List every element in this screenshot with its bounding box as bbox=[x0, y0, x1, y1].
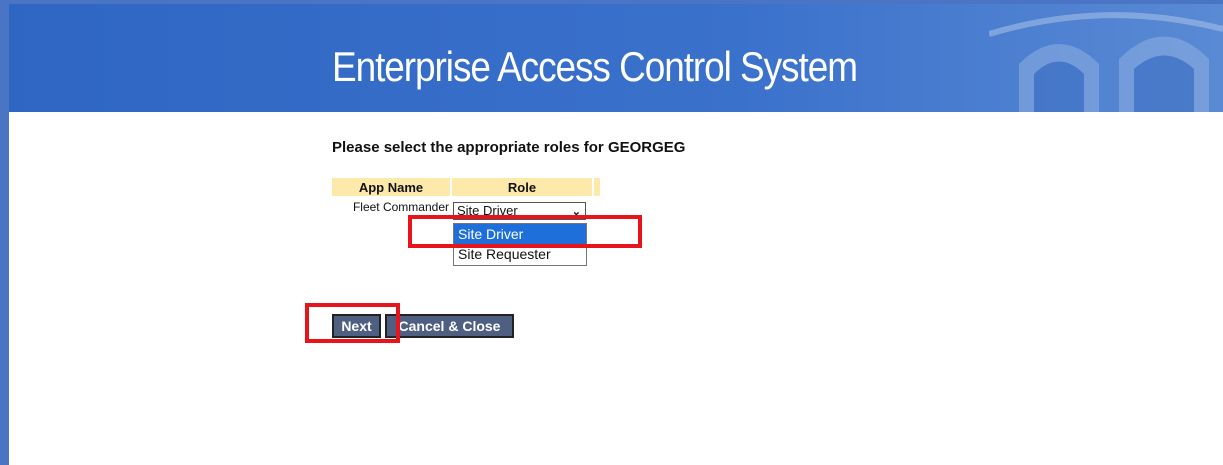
cancel-close-button[interactable]: Cancel & Close bbox=[385, 314, 514, 338]
building-arches-image bbox=[989, 12, 1223, 112]
header-banner: Enterprise Access Control System bbox=[9, 4, 1223, 112]
column-header-role: Role bbox=[451, 178, 594, 196]
highlight-next-button bbox=[305, 303, 400, 343]
column-header-spacer bbox=[593, 178, 600, 196]
highlight-site-driver-option bbox=[408, 215, 642, 248]
app-title: Enterprise Access Control System bbox=[332, 43, 858, 90]
role-selection-prompt: Please select the appropriate roles for … bbox=[332, 139, 686, 156]
column-header-app-name: App Name bbox=[332, 178, 452, 196]
